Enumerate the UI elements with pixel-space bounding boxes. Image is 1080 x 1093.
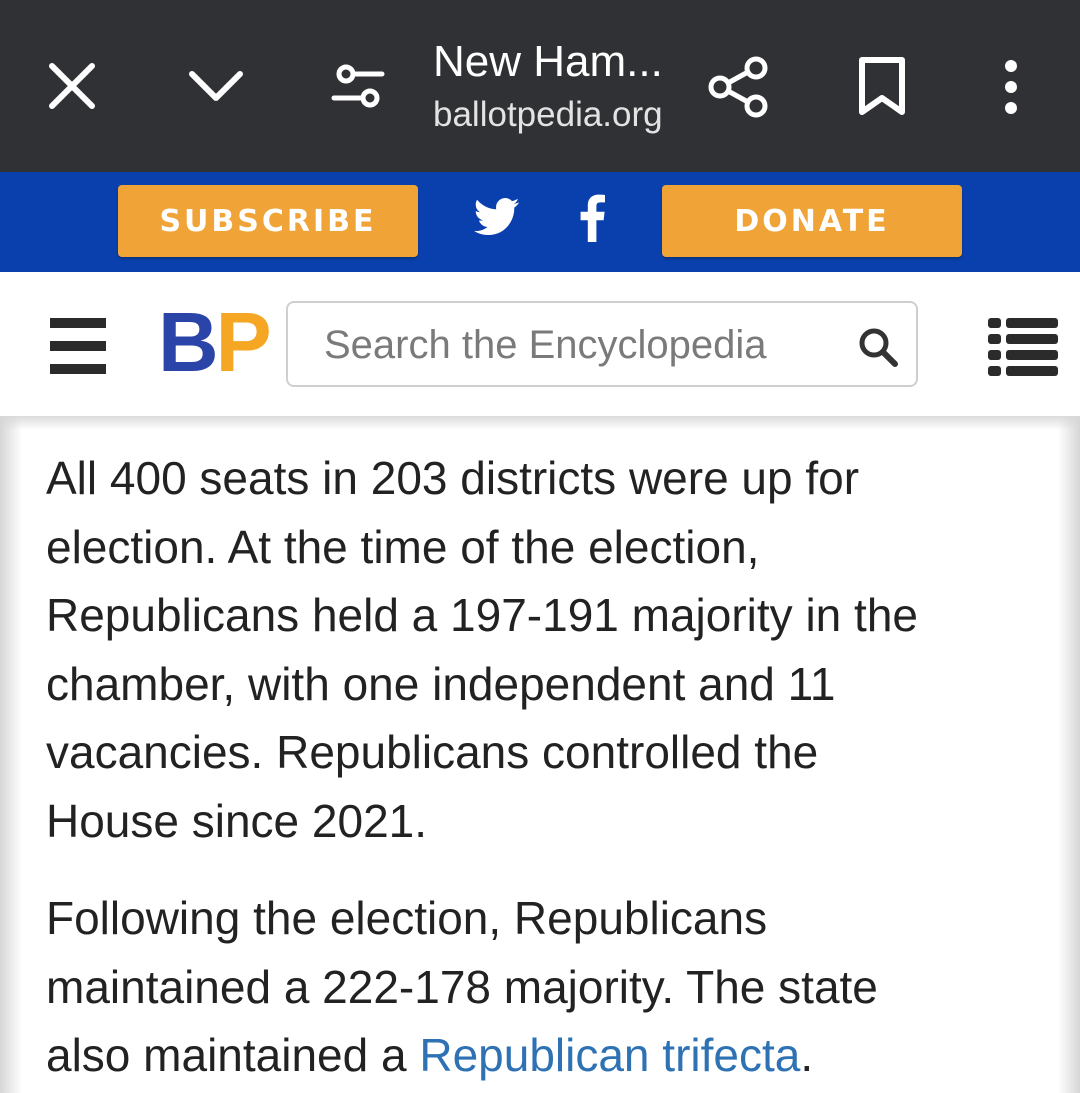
browser-toolbar: New Ham... ballotpedia.org [0, 0, 1080, 172]
page-title-block[interactable]: New Ham... ballotpedia.org [433, 36, 683, 138]
text-line: also maintained a [46, 1029, 420, 1081]
text-line: Republicans held a 197-191 majority in t… [46, 589, 918, 641]
text-line-end: . [800, 1029, 814, 1081]
menu-icon[interactable] [50, 318, 106, 374]
facebook-icon[interactable] [577, 194, 607, 242]
text-line: Following the election, Republicans [46, 892, 768, 944]
header-shadow [0, 416, 1080, 430]
share-icon[interactable] [706, 54, 772, 120]
bookmark-icon[interactable] [856, 56, 908, 116]
republican-trifecta-link[interactable]: Republican trifecta [419, 1029, 800, 1081]
article-content: All 400 seats in 203 districts were up f… [0, 416, 1080, 1093]
tune-icon[interactable] [330, 62, 386, 110]
table-of-contents-icon[interactable] [988, 318, 1058, 376]
ballotpedia-logo[interactable]: BP [158, 300, 272, 384]
page-title: New Ham... [433, 37, 663, 86]
twitter-icon[interactable] [474, 197, 520, 237]
text-line: vacancies. Republicans controlled the [46, 726, 819, 778]
close-icon[interactable] [46, 60, 98, 112]
text-line: House since 2021. [46, 794, 428, 847]
left-edge-shadow [0, 416, 22, 1093]
donate-button[interactable]: DONATE [662, 185, 962, 257]
site-header: BP [0, 272, 1080, 416]
article-paragraph-2: Following the election, Republicans main… [46, 884, 1046, 1090]
text-line: election. At the time of the election, [46, 520, 760, 573]
text-line: maintained a 222-178 majority. The state [46, 960, 878, 1013]
logo-letter-p: P [215, 295, 272, 389]
search-box[interactable] [286, 301, 918, 387]
logo-letter-b: B [158, 295, 219, 389]
chevron-down-icon[interactable] [186, 66, 246, 106]
page-url: ballotpedia.org [433, 95, 663, 134]
text-line: All 400 seats in 203 districts were up f… [46, 452, 860, 504]
action-band: SUBSCRIBE DONATE [0, 172, 1080, 272]
right-edge-shadow [1058, 416, 1080, 1093]
text-line: chamber, with one independent and 11 [46, 657, 836, 710]
article-paragraph-1: All 400 seats in 203 districts were up f… [46, 444, 1046, 855]
more-vert-icon[interactable] [996, 58, 1026, 116]
search-input[interactable] [324, 315, 824, 375]
subscribe-button[interactable]: SUBSCRIBE [118, 185, 418, 257]
search-icon[interactable] [858, 327, 898, 367]
